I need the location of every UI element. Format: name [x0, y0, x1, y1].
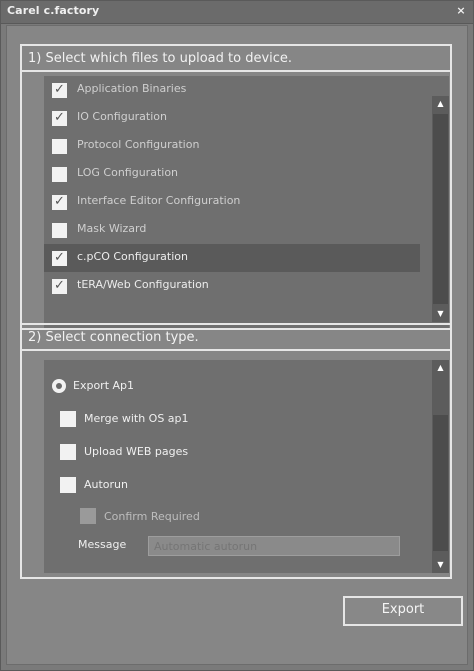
connection-group: 2) Select connection type. Export Ap1 Me… — [20, 323, 452, 579]
connection-group-title: 2) Select connection type. — [28, 330, 199, 345]
checkbox[interactable] — [52, 139, 67, 154]
file-item-label: c.pCO Configuration — [77, 250, 188, 263]
check-icon: ✓ — [54, 82, 65, 97]
scroll-thumb[interactable] — [433, 114, 448, 304]
dialog-body: 1) Select which files to upload to devic… — [6, 25, 468, 665]
upload-web-pages-label: Upload WEB pages — [84, 445, 189, 458]
file-item-label: Application Binaries — [77, 82, 187, 95]
file-item-label: Protocol Configuration — [77, 138, 200, 151]
export-ap1-radio[interactable] — [52, 379, 66, 393]
autorun-label: Autorun — [84, 478, 129, 491]
check-icon: ✓ — [54, 110, 65, 125]
radio-dot-icon — [56, 383, 62, 389]
checkbox[interactable]: ✓ — [52, 250, 67, 266]
files-group: 1) Select which files to upload to devic… — [20, 44, 452, 330]
checkbox[interactable]: ✓ — [52, 194, 67, 210]
file-item-tera-web-configuration[interactable]: ✓ tERA/Web Configuration — [44, 272, 420, 300]
confirm-required-label: Confirm Required — [104, 510, 200, 523]
file-item-label: tERA/Web Configuration — [77, 278, 209, 291]
export-ap1-label: Export Ap1 — [73, 379, 135, 392]
window-title: Carel c.factory — [7, 4, 100, 17]
file-item-io-configuration[interactable]: ✓ IO Configuration — [44, 104, 420, 132]
message-input[interactable] — [148, 536, 400, 556]
checkbox[interactable]: ✓ — [52, 82, 67, 98]
autorun-checkbox[interactable] — [60, 477, 76, 493]
file-item-label: IO Configuration — [77, 110, 167, 123]
upload-web-pages-checkbox[interactable] — [60, 444, 76, 460]
check-icon: ✓ — [54, 250, 65, 265]
files-group-title: 1) Select which files to upload to devic… — [28, 51, 293, 66]
scroll-down-icon[interactable]: ▼ — [432, 306, 449, 322]
check-icon: ✓ — [54, 278, 65, 293]
file-item-label: Mask Wizard — [77, 222, 147, 235]
file-item-label: LOG Configuration — [77, 166, 179, 179]
confirm-required-checkbox[interactable] — [80, 508, 96, 524]
message-label: Message — [78, 538, 127, 551]
file-item-application-binaries[interactable]: ✓ Application Binaries — [44, 76, 420, 104]
file-item-interface-editor-configuration[interactable]: ✓ Interface Editor Configuration — [44, 188, 420, 216]
merge-os-ap1-label: Merge with OS ap1 — [84, 412, 189, 425]
title-bar: Carel c.factory × — [1, 1, 473, 24]
scroll-thumb[interactable] — [433, 415, 448, 551]
scroll-up-icon[interactable]: ▲ — [432, 360, 449, 376]
connection-group-header: 2) Select connection type. — [22, 325, 450, 351]
files-scrollbar[interactable]: ▲ ▼ — [432, 96, 449, 322]
file-item-protocol-configuration[interactable]: Protocol Configuration — [44, 132, 420, 160]
files-group-header: 1) Select which files to upload to devic… — [22, 46, 450, 72]
checkbox[interactable] — [52, 223, 67, 238]
app-window: Carel c.factory × 1) Select which files … — [0, 0, 474, 671]
export-button[interactable]: Export — [343, 596, 463, 626]
checkbox[interactable]: ✓ — [52, 278, 67, 294]
connection-options-panel: Export Ap1 Merge with OS ap1 Upload WEB … — [44, 360, 449, 573]
connection-scrollbar[interactable]: ▲ ▼ — [432, 360, 449, 573]
merge-os-ap1-checkbox[interactable] — [60, 411, 76, 427]
files-list: ✓ Application Binaries ✓ IO Configuratio… — [44, 76, 449, 328]
checkbox[interactable] — [52, 167, 67, 182]
scroll-up-icon[interactable]: ▲ — [432, 96, 449, 112]
file-item-cpco-configuration[interactable]: ✓ c.pCO Configuration — [44, 244, 420, 272]
check-icon: ✓ — [54, 194, 65, 209]
file-item-mask-wizard[interactable]: Mask Wizard — [44, 216, 420, 244]
file-item-label: Interface Editor Configuration — [77, 194, 241, 207]
checkbox[interactable]: ✓ — [52, 110, 67, 126]
file-item-log-configuration[interactable]: LOG Configuration — [44, 160, 420, 188]
scroll-down-icon[interactable]: ▼ — [432, 557, 449, 573]
close-icon[interactable]: × — [455, 4, 467, 18]
